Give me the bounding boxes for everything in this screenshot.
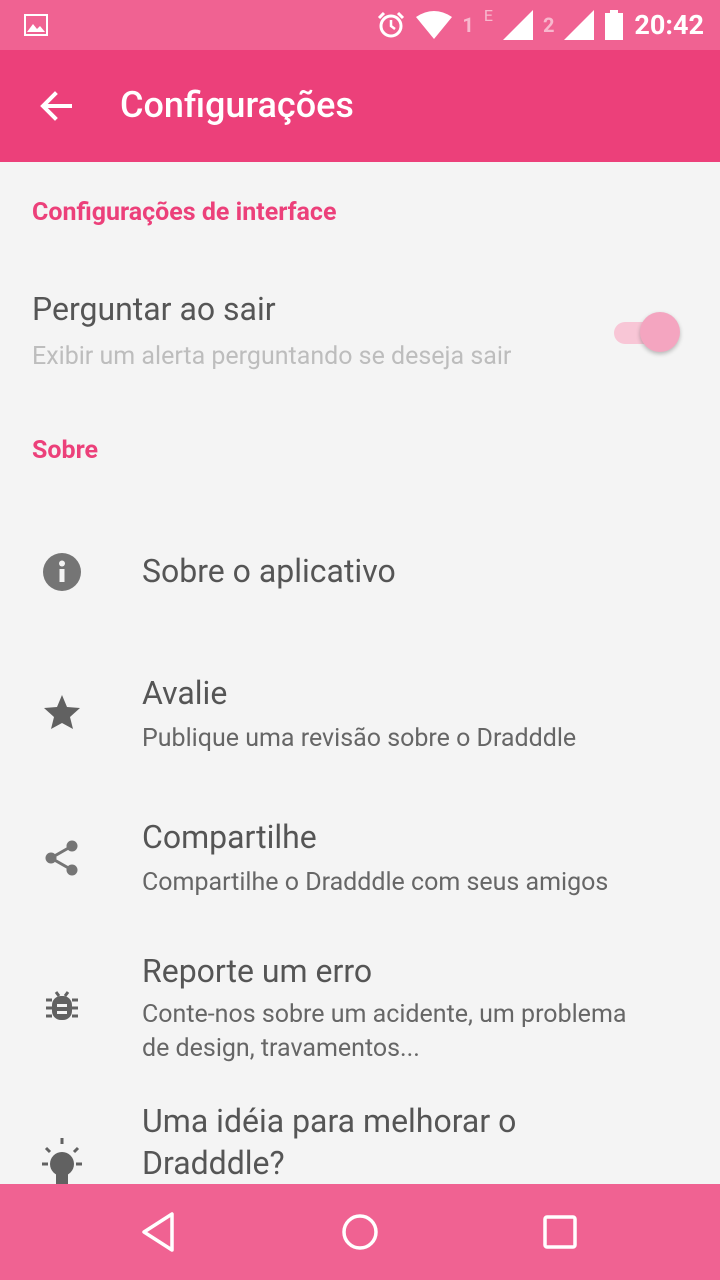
report-bug-subtitle-line2: de design, travamentos... [142, 1034, 420, 1063]
toggle-thumb [640, 312, 680, 352]
ask-on-exit-title: Perguntar ao sair [32, 290, 276, 328]
share-title: Compartilhe [142, 818, 317, 856]
nav-recents-button[interactable] [536, 1208, 584, 1256]
gallery-notification-icon [24, 14, 48, 36]
suggest-idea-title-line1: Uma idéia para melhorar o [142, 1102, 517, 1140]
info-icon [43, 553, 81, 591]
ask-on-exit-toggle[interactable] [612, 312, 684, 352]
signal-icon-sim1 [502, 10, 533, 40]
sim2-label: 2 [542, 13, 555, 37]
system-nav-bar [0, 1184, 720, 1280]
report-bug-subtitle-line1: Conte-nos sobre um acidente, um problema [142, 1000, 627, 1029]
wifi-icon [416, 11, 453, 39]
lightbulb-icon [42, 1138, 82, 1184]
battery-icon [605, 10, 624, 40]
share-icon [45, 840, 78, 876]
status-bar: 1 E 2 20:42 [0, 0, 720, 50]
page-title: Configurações [120, 84, 354, 126]
ask-on-exit-subtitle: Exibir um alerta perguntando se deseja s… [32, 342, 512, 371]
section-header-interface: Configurações de interface [32, 198, 337, 227]
about-app-title: Sobre o aplicativo [142, 552, 396, 590]
share-subtitle: Compartilhe o Dradddle com seus amigos [142, 868, 609, 897]
share-item[interactable]: Compartilhe Compartilhe o Dradddle com s… [0, 796, 720, 926]
sim1-label: 1 [462, 13, 474, 37]
arrow-back-icon [40, 91, 72, 121]
report-bug-item[interactable]: Reporte um erro Conte-nos sobre um acide… [0, 930, 720, 1080]
star-icon [44, 695, 80, 729]
rate-title: Avalie [142, 674, 228, 712]
signal-icon-sim2 [564, 10, 595, 40]
rate-item[interactable]: Avalie Publique uma revisão sobre o Drad… [0, 652, 720, 782]
network-type-label: E [483, 5, 493, 25]
rate-subtitle: Publique uma revisão sobre o Dradddle [142, 724, 577, 753]
back-button[interactable] [24, 82, 88, 130]
suggest-idea-title-line2: Dradddle? [142, 1144, 285, 1182]
report-bug-title: Reporte um erro [142, 952, 373, 990]
nav-home-button[interactable] [336, 1208, 384, 1256]
section-header-about: Sobre [32, 436, 98, 465]
nav-back-button[interactable] [136, 1208, 184, 1256]
suggest-idea-item[interactable]: Uma idéia para melhorar o Dradddle? [0, 1092, 720, 1184]
clock: 20:42 [634, 9, 704, 41]
app-bar: Configurações [0, 50, 720, 162]
bug-icon [46, 991, 78, 1020]
about-app-item[interactable]: Sobre o aplicativo [0, 502, 720, 642]
alarm-icon [378, 11, 405, 38]
settings-list: Configurações de interface Perguntar ao … [0, 162, 720, 1184]
